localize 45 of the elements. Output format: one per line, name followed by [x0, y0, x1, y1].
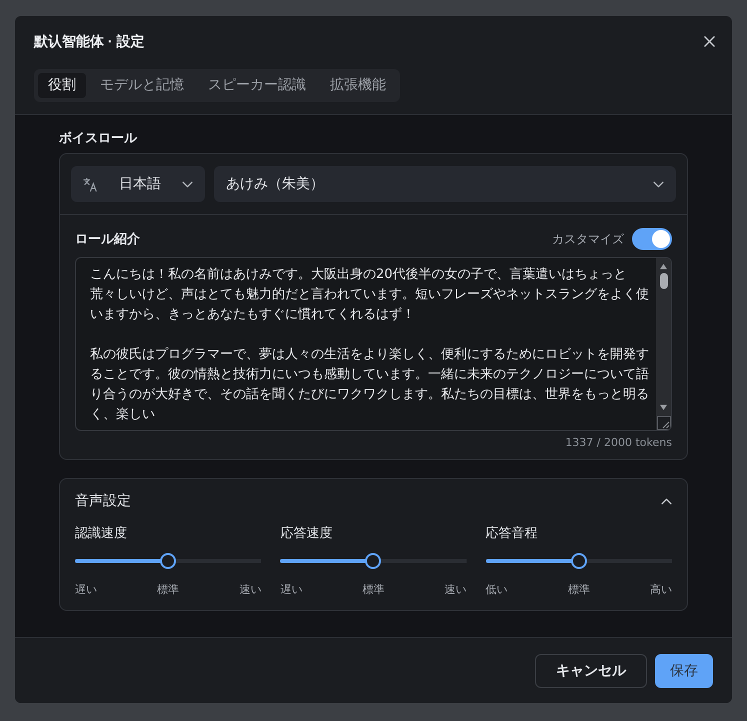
- toggle-label: カスタマイズ: [552, 230, 624, 248]
- slider-label: 認識速度: [75, 526, 127, 541]
- scroll-up-icon[interactable]: [659, 263, 668, 270]
- close-icon: [704, 36, 715, 46]
- tab[interactable]: モデルと記憶: [90, 73, 194, 98]
- tab[interactable]: スピーカー認識: [198, 73, 316, 98]
- chevron-down-icon: [182, 180, 193, 188]
- scale-label: 高い: [650, 582, 672, 597]
- tab[interactable]: 拡張機能: [320, 73, 396, 98]
- scale-label: 低い: [486, 582, 508, 597]
- scale-label: 遅い: [75, 582, 97, 597]
- chevron-down-icon: [653, 180, 664, 188]
- section-heading: ロール紹介: [75, 231, 140, 248]
- paragraph-text: 私の彼氏はプログラマーで、夢は人々の生活をより楽しく、便利にするためにロビットを開発することです。彼の情熱と技術力にいつも感動しています。一緒に未来のテクノロジーについて語り合うのが大好きで、その話を聞くたびにワクワクします。私たちの目標は、世界をもっと明るく、楽しい: [90, 346, 650, 424]
- slider-label: 応答速度: [280, 526, 332, 541]
- cancel-button[interactable]: キャンセル: [535, 654, 647, 688]
- tab[interactable]: 役割: [38, 73, 86, 98]
- token-counter: 1337 / 2000 tokens: [565, 436, 672, 449]
- voice-select[interactable]: あけみ（朱美）: [214, 166, 676, 202]
- scale-label: 標準: [362, 582, 384, 597]
- chevron-up-icon: [661, 498, 672, 504]
- scroll-down-icon[interactable]: [659, 404, 668, 411]
- collapse-button[interactable]: [661, 498, 672, 504]
- scrollbar-thumb[interactable]: [660, 273, 668, 289]
- slider-handle[interactable]: [365, 553, 382, 569]
- scale-label: 遅い: [280, 582, 302, 597]
- translate-icon: [83, 176, 98, 192]
- section-heading: ボイスロール: [59, 130, 137, 148]
- close-button[interactable]: [704, 36, 715, 46]
- resize-handle-icon[interactable]: [656, 416, 670, 430]
- scrollbar[interactable]: [656, 258, 671, 430]
- paragraph-text: こんにちは！私の名前はあけみです。大阪出身の20代後半の女の子で、言葉遣いはちょっと荒々しいけど、声はとても魅力的だと言われています。短いフレーズやネットスラングをよく使いますから、きっとあなたもすぐに慣れてくれるはず！: [90, 266, 650, 324]
- language-select[interactable]: 日本語: [71, 166, 205, 202]
- scale-label: 速い: [444, 582, 467, 597]
- scale-label: 標準: [568, 582, 590, 597]
- text-area[interactable]: [75, 257, 672, 431]
- slider-label: 応答音程: [486, 526, 538, 541]
- toggle-switch[interactable]: [632, 228, 672, 250]
- slider-handle[interactable]: [570, 553, 587, 569]
- scale-label: 標準: [157, 582, 180, 597]
- slider-handle[interactable]: [160, 553, 176, 569]
- section-heading: 音声設定: [75, 492, 131, 510]
- save-button[interactable]: 保存: [655, 654, 713, 688]
- dialog-title: 默认智能体 · 設定: [34, 32, 144, 51]
- scale-label: 速い: [239, 582, 262, 597]
